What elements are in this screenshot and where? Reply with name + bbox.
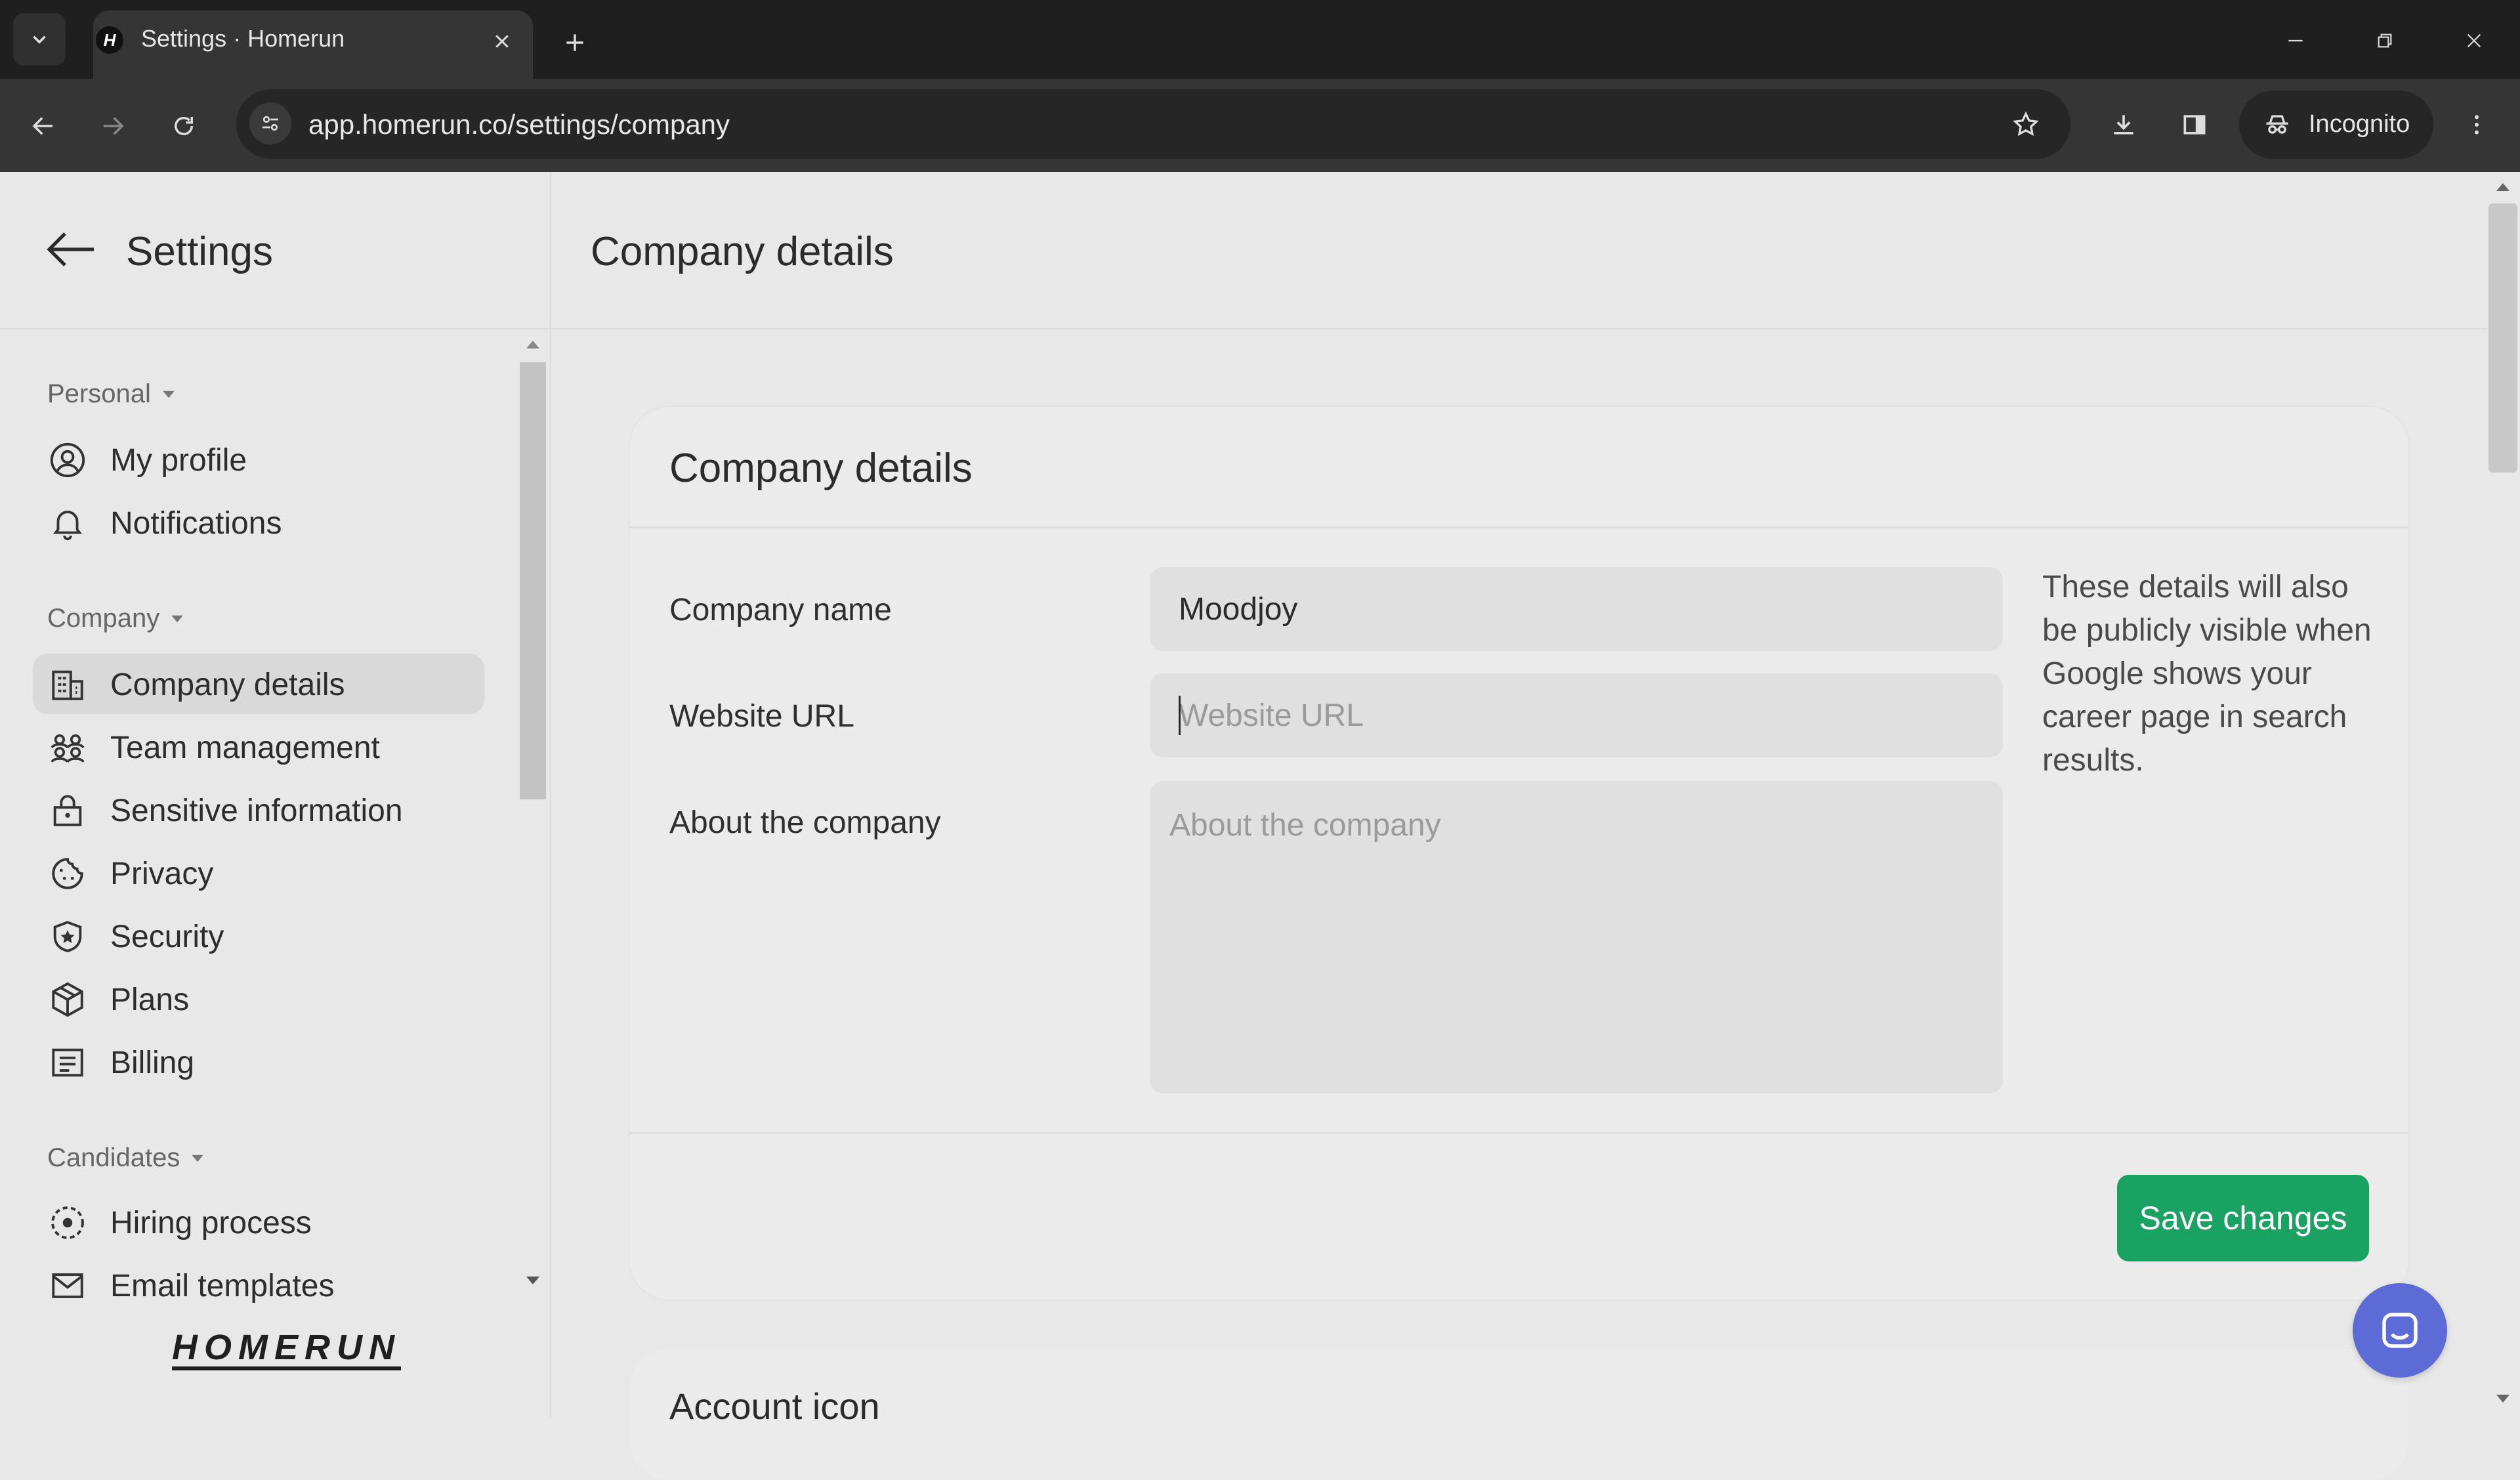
about-company-label: About the company	[669, 805, 941, 840]
process-icon	[51, 1206, 84, 1239]
page-title: Company details	[591, 229, 894, 274]
url-text[interactable]: app.homerun.co/settings/company	[308, 109, 730, 140]
company-name-input[interactable]	[1150, 567, 2003, 651]
sidebar-item-my-profile[interactable]: My profile	[33, 429, 484, 490]
sidebar-item-email-templates[interactable]: Email templates	[33, 1255, 484, 1315]
lock-icon	[53, 795, 82, 826]
user-circle-icon	[50, 442, 85, 478]
side-panel-icon[interactable]	[2174, 104, 2216, 146]
building-icon	[52, 670, 83, 700]
sidebar-item-label: Plans	[110, 983, 190, 1017]
shield-star-icon	[53, 921, 82, 952]
mail-icon	[52, 1273, 83, 1298]
back-arrow-icon[interactable]	[41, 223, 100, 276]
team-icon	[51, 734, 85, 763]
chat-support-button[interactable]	[2353, 1283, 2447, 1378]
forward-icon[interactable]	[92, 105, 134, 147]
section-label: Personal	[47, 379, 151, 408]
account-icon-card	[630, 1349, 2408, 1480]
chat-icon	[2382, 1313, 2418, 1348]
sidebar-item-notifications[interactable]: Notifications	[33, 492, 484, 553]
sidebar-item-billing[interactable]: Billing	[33, 1032, 484, 1092]
sidebar-item-label: Sensitive information	[110, 793, 403, 828]
download-icon[interactable]	[2103, 104, 2145, 146]
new-tab-icon[interactable]	[555, 22, 595, 63]
card-title: Company details	[669, 446, 973, 491]
bookmark-star-icon[interactable]	[2005, 104, 2047, 146]
sidebar-item-label: Notifications	[110, 506, 282, 541]
website-url-label: Website URL	[669, 699, 854, 734]
bell-icon	[53, 511, 82, 541]
sidebar-item-label: Team management	[110, 730, 380, 765]
sidebar-item-company-details[interactable]: Company details	[33, 654, 484, 714]
back-icon[interactable]	[22, 105, 64, 147]
section-candidates[interactable]: Candidates	[47, 1143, 205, 1173]
about-company-textarea[interactable]	[1150, 781, 2003, 1093]
reload-icon[interactable]	[163, 105, 205, 147]
receipt-icon	[52, 1048, 83, 1077]
tab-list-chevron-icon[interactable]	[13, 13, 66, 66]
section-company[interactable]: Company	[47, 604, 184, 633]
browser-menu-icon[interactable]	[2456, 104, 2498, 146]
close-tab-icon[interactable]	[486, 25, 518, 58]
main-scrollbar-thumb[interactable]	[2488, 203, 2517, 473]
visibility-help-text: These details will also be publicly visi…	[2042, 570, 2372, 778]
sidebar-item-label: Security	[110, 920, 224, 954]
section-label: Company	[47, 604, 160, 633]
scroll-down-icon[interactable]	[525, 1275, 541, 1286]
sidebar-title: Settings	[126, 229, 274, 274]
main-scroll-up-icon[interactable]	[2495, 181, 2511, 193]
incognito-label: Incognito	[2309, 110, 2410, 138]
sidebar-item-sensitive-information[interactable]: Sensitive information	[33, 780, 484, 840]
sidebar-item-label: Email templates	[110, 1269, 335, 1303]
sidebar-item-label: Privacy	[110, 856, 214, 891]
account-icon-title: Account icon	[669, 1385, 880, 1427]
sidebar-item-label: Company details	[110, 667, 345, 702]
section-label: Candidates	[47, 1143, 180, 1172]
sidebar-item-privacy[interactable]: Privacy	[33, 843, 484, 903]
divider	[630, 526, 2408, 528]
restore-window-icon[interactable]	[2366, 22, 2403, 59]
text-cursor	[1179, 696, 1181, 735]
cookie-icon	[52, 858, 83, 889]
section-personal[interactable]: Personal	[47, 379, 176, 409]
tab-title: Settings · Homerun	[141, 25, 345, 52]
website-url-input[interactable]	[1150, 673, 2003, 757]
close-window-icon[interactable]	[2456, 22, 2492, 59]
scroll-up-icon[interactable]	[525, 339, 541, 350]
homerun-logo: HOMERUN	[172, 1328, 401, 1370]
sidebar-item-label: Hiring process	[110, 1206, 312, 1240]
caret-down-icon	[171, 615, 183, 622]
sidebar-item-team-management[interactable]: Team management	[33, 717, 484, 777]
save-changes-button[interactable]: Save changes	[2117, 1175, 2369, 1261]
minimize-window-icon[interactable]	[2277, 22, 2314, 59]
divider	[630, 1132, 2408, 1134]
sidebar-scrollbar-thumb[interactable]	[520, 362, 546, 799]
incognito-icon	[2259, 106, 2296, 143]
sidebar-item-hiring-process[interactable]: Hiring process	[33, 1192, 484, 1252]
homerun-favicon-icon: H	[96, 26, 123, 54]
sidebar-item-security[interactable]: Security	[33, 906, 484, 966]
caret-down-icon	[192, 1154, 204, 1162]
caret-down-icon	[163, 391, 175, 398]
site-info-icon[interactable]	[249, 102, 291, 144]
sidebar-item-label: Billing	[110, 1046, 195, 1080]
sidebar-item-label: My profile	[110, 443, 247, 478]
company-name-label: Company name	[669, 593, 892, 627]
package-icon	[52, 982, 83, 1017]
main-scroll-down-icon[interactable]	[2495, 1393, 2511, 1405]
sidebar-item-plans[interactable]: Plans	[33, 969, 484, 1029]
